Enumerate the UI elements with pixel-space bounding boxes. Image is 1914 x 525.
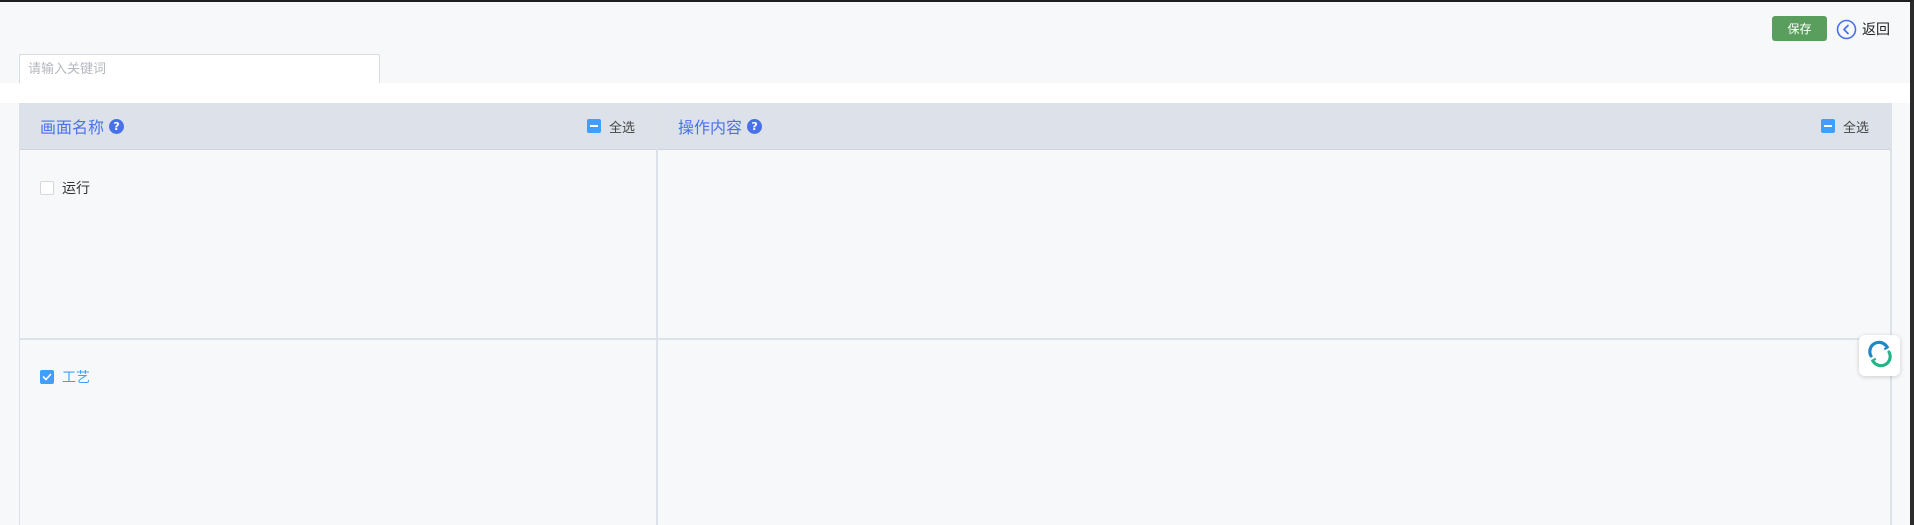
column-divider [656, 103, 658, 525]
app-window: 保存 返回 画面名称 ? 全选 操作内容 ? [0, 0, 1914, 525]
check-icon [42, 373, 52, 381]
help-icon[interactable]: ? [109, 118, 125, 134]
row-checkbox[interactable] [40, 370, 54, 384]
row-label: 工艺 [62, 370, 90, 386]
row-label: 运行 [62, 181, 90, 197]
refresh-button[interactable] [1859, 335, 1900, 376]
column-title-screen: 画面名称 [40, 118, 105, 137]
table-row[interactable]: 工艺 [40, 367, 90, 387]
row-divider [20, 338, 1891, 340]
save-button[interactable]: 保存 [1772, 16, 1827, 41]
back-label: 返回 [1862, 22, 1890, 38]
select-all-screen[interactable]: 全选 [587, 103, 635, 149]
select-all-label: 全选 [609, 120, 636, 136]
column-header-operation: 操作内容 ? [678, 103, 763, 149]
table-row[interactable]: 运行 [40, 178, 90, 198]
column-header-screen: 画面名称 ? [40, 103, 125, 149]
search-input[interactable] [19, 54, 380, 84]
select-all-label: 全选 [1843, 120, 1870, 136]
spacer [0, 83, 1910, 103]
column-title-operation: 操作内容 [678, 118, 743, 137]
chevron-left-circle-icon [1836, 19, 1857, 40]
permission-table: 画面名称 ? 全选 操作内容 ? 全选 运行 工艺 [19, 103, 1892, 525]
top-toolbar: 保存 返回 [0, 2, 1910, 84]
select-all-operation[interactable]: 全选 [1821, 103, 1869, 149]
refresh-icon [1865, 339, 1895, 373]
help-icon[interactable]: ? [747, 118, 763, 134]
row-checkbox[interactable] [40, 181, 54, 195]
table-header: 画面名称 ? 全选 操作内容 ? 全选 [20, 103, 1891, 150]
table-right-border [1890, 103, 1892, 525]
select-all-checkbox-screen[interactable] [587, 119, 601, 133]
select-all-checkbox-operation[interactable] [1821, 119, 1835, 133]
back-button[interactable]: 返回 [1836, 17, 1890, 41]
